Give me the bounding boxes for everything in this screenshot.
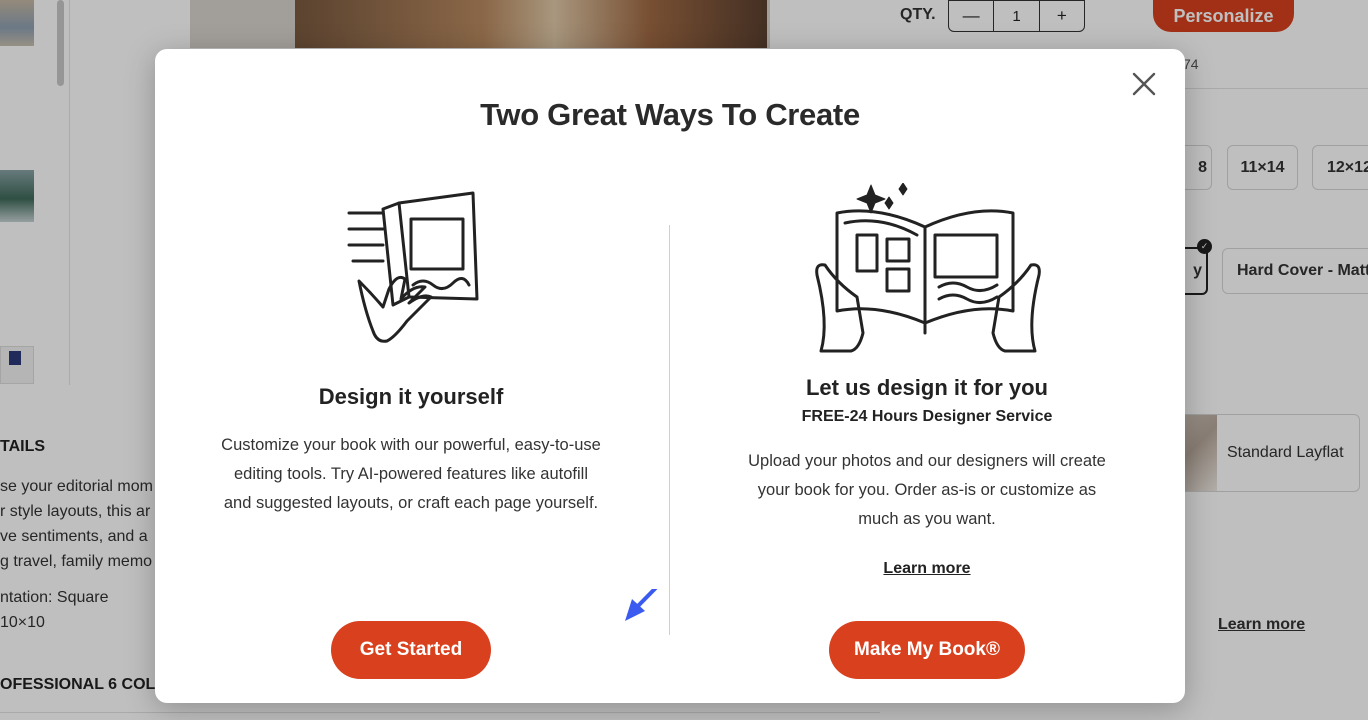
hands-open-book-icon [815,183,1041,353]
design-for-you-heading: Let us design it for you [805,375,1048,400]
design-for-you-description: Upload your photos and our designers wil… [748,452,1106,528]
design-yourself-description: Customize your book with our powerful, e… [221,436,601,512]
annotation-arrow-icon [625,589,658,621]
get-started-button[interactable]: Get Started [331,621,491,679]
close-icon[interactable] [1127,67,1161,101]
modal-title: Two Great Ways To Create [480,97,860,132]
design-yourself-heading: Design it yourself [318,384,504,409]
make-my-book-button[interactable]: Make My Book® [829,621,1025,679]
designer-service-subheading: FREE-24 Hours Designer Service [801,408,1053,425]
hand-holding-book-icon [347,191,479,343]
create-options-modal: Two Great Ways To Create Design it yours… [155,49,1185,703]
learn-more-link[interactable]: Learn more [727,560,1127,578]
column-divider [669,225,670,635]
